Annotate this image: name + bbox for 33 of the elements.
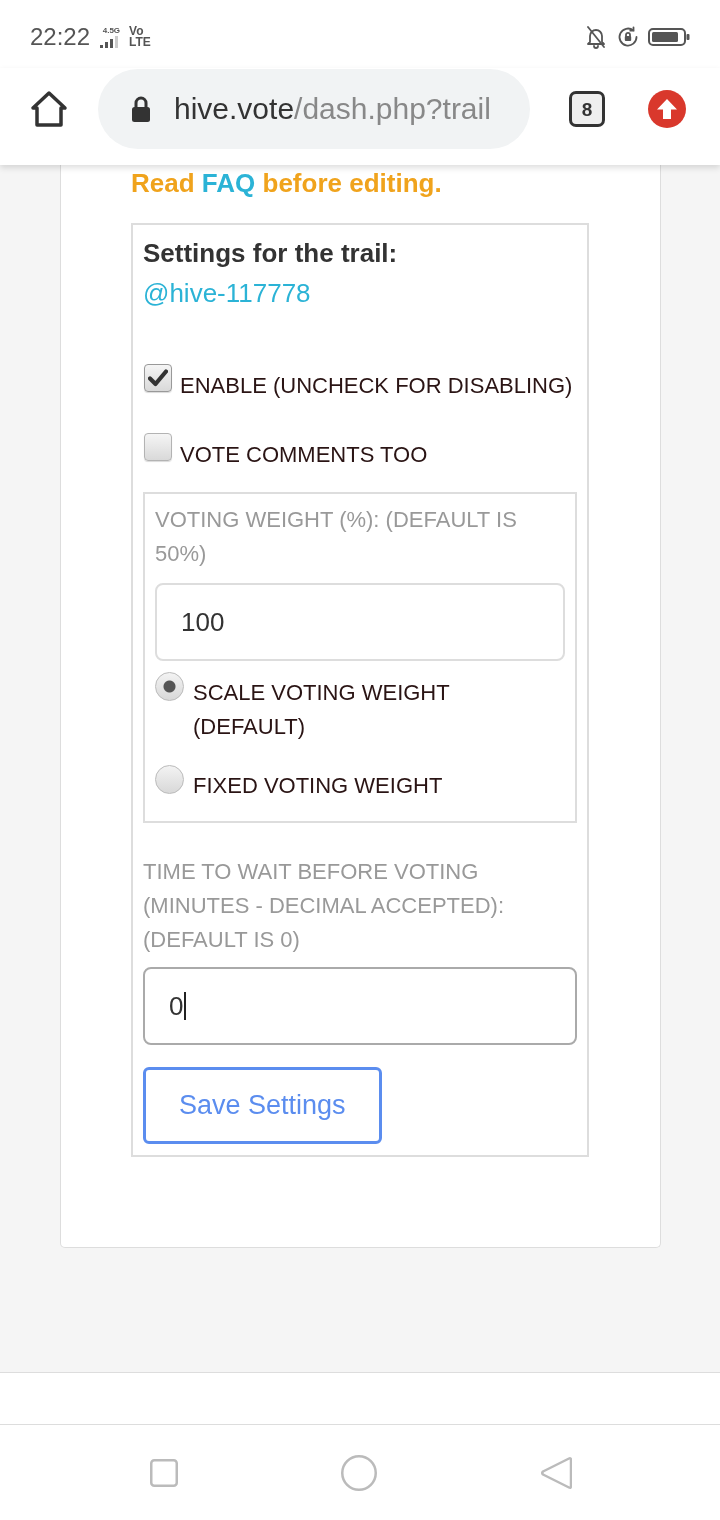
input-field[interactable]: 0 — [143, 967, 577, 1045]
square-icon[interactable] — [150, 1458, 178, 1487]
signal-bars-icon — [100, 35, 121, 48]
notice-text: before editing. — [262, 168, 442, 198]
clock-time: 22:22 — [30, 25, 91, 49]
home-icon[interactable] — [30, 90, 68, 128]
settings-title: Settings for the trail: @hive-117778 — [143, 237, 399, 310]
volte-label: LTE — [129, 37, 151, 48]
bell-off-icon — [584, 25, 608, 49]
volte-label: Vo — [129, 26, 144, 37]
field-label: TIME TO WAIT BEFORE VOTING (MINUTES - DECIMAL ACCEPTED): (DEFAULT IS 0) — [143, 858, 505, 954]
checkbox-label: ENABLE (UNCHECK FOR DISABLING) — [180, 372, 573, 400]
field-label: VOTING WEIGHT (%): (DEFAULT IS 50%) — [155, 506, 518, 568]
checkbox[interactable] — [144, 433, 172, 461]
back-triangle-icon[interactable] — [540, 1455, 572, 1490]
rotation-lock-icon — [616, 25, 640, 49]
input-field[interactable]: 100 — [155, 583, 565, 661]
url-text: hive.vote/dash.php?trail — [174, 94, 491, 124]
notice-text: Read — [131, 168, 195, 198]
lock-icon — [131, 95, 151, 123]
text-cursor-icon — [184, 992, 187, 1020]
tab-count-button[interactable]: 8 — [569, 91, 605, 127]
checkbox[interactable] — [144, 364, 172, 392]
radio-label: SCALE VOTING WEIGHT (DEFAULT) — [193, 679, 451, 741]
battery-icon — [648, 28, 690, 46]
network-type-label: 4.5G — [102, 26, 121, 35]
circle-icon[interactable] — [341, 1454, 377, 1491]
radio-button[interactable] — [155, 672, 184, 701]
radio-button[interactable] — [155, 765, 184, 794]
radio-label: FIXED VOTING WEIGHT — [193, 772, 443, 800]
checkbox-label: VOTE COMMENTS TOO — [180, 441, 428, 469]
checkmark-icon — [148, 369, 168, 387]
address-bar[interactable]: hive.vote/dash.php?trail — [98, 69, 530, 149]
